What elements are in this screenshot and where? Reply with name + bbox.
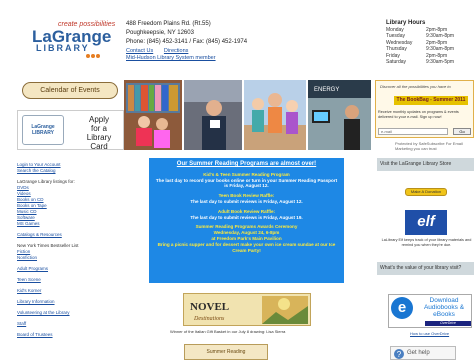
get-help-button[interactable]: ? Get help bbox=[390, 346, 456, 360]
address-block: 488 Freedom Plains Rd. (Rt.55) Poughkeep… bbox=[126, 20, 247, 47]
summer-reading-announcement: Our Summer Reading Programs are almost o… bbox=[149, 158, 344, 283]
hours-row: Saturday 9:30am-5pm bbox=[386, 59, 455, 66]
summer-reading-banner[interactable]: Summer Reading bbox=[184, 344, 268, 360]
nav-board[interactable]: Board of Trustees bbox=[17, 332, 122, 338]
bookbag-link[interactable]: The BookBag - Summer 2011 bbox=[394, 96, 468, 105]
left-nav: Login to Your Account Search the Catalog… bbox=[17, 162, 122, 338]
library-card-logo: LaGrange LIBRARY bbox=[22, 115, 64, 145]
receive-updates-text: Receive monthly updates on programs & ev… bbox=[378, 110, 459, 119]
overdrive-brand: OverDrive bbox=[425, 321, 471, 326]
apply-library-card-link[interactable]: Apply for a Library Card bbox=[84, 115, 114, 151]
help-icon: ? bbox=[394, 349, 404, 359]
get-help-label: Get help bbox=[407, 350, 430, 356]
hours-list: Monday 2pm-8pm Tuesday 9:30am-8pm Wednesda… bbox=[386, 27, 454, 65]
kids-program-text: The last day to record your books online… bbox=[155, 177, 338, 189]
photo-kids-reading bbox=[124, 80, 182, 150]
contact-us-link[interactable]: Contact Us bbox=[126, 48, 153, 54]
svg-text:?: ? bbox=[397, 350, 402, 359]
address-line1: 488 Freedom Plains Rd. (Rt.55) bbox=[126, 21, 211, 27]
phone-fax: Phone: (845) 452-3141 / Fax: (845) 452-1… bbox=[126, 39, 248, 45]
novel-caption: Winner of the Italian Gift Basket in our… bbox=[170, 329, 286, 334]
download-icon: e bbox=[391, 297, 413, 319]
header-links: Contact Us Directions Mid-Hudson Library… bbox=[126, 48, 216, 62]
novel-subtitle: Destinations bbox=[193, 316, 225, 322]
logo-subtitle: LIBRARY bbox=[36, 43, 90, 53]
address-line2: Poughkeepsie, NY 12603 bbox=[126, 30, 194, 36]
visit-store-link[interactable]: Visit the LaGrange Library Store bbox=[377, 158, 474, 171]
photo-kids-group bbox=[244, 80, 306, 150]
email-field[interactable]: e-mail bbox=[378, 128, 448, 135]
calendar-of-events-button[interactable]: Calendar of Events bbox=[22, 82, 118, 99]
elf-logo[interactable]: elf bbox=[405, 210, 447, 235]
novel-title: NOVEL bbox=[190, 301, 229, 313]
logo-dots-icon bbox=[86, 45, 106, 58]
hours-title: Library Hours bbox=[386, 20, 426, 26]
photo-strip: ENERGY bbox=[124, 80, 371, 150]
library-value-link[interactable]: What's the value of your library visit? bbox=[377, 262, 474, 275]
novel-destinations-banner[interactable]: NOVEL Destinations bbox=[183, 293, 311, 326]
how-to-use-overdrive-link[interactable]: How to use OverDrive bbox=[410, 331, 449, 336]
svg-text:ENERGY: ENERGY bbox=[314, 87, 339, 93]
photo-presenter bbox=[184, 80, 242, 150]
make-donation-button[interactable]: Make A Donation bbox=[405, 188, 447, 196]
discover-text: Discover all the possibilities you have … bbox=[380, 84, 451, 89]
directions-link[interactable]: Directions bbox=[164, 48, 188, 54]
go-button[interactable]: Go bbox=[453, 128, 471, 135]
download-audiobooks-text: Download Audiobooks & eBooks bbox=[423, 297, 465, 318]
ceremony-line4: Bring a picnic supper and for dessert ma… bbox=[157, 241, 336, 253]
photo-computer-lab: ENERGY bbox=[308, 80, 371, 150]
safesubscribe-badge: Protected by SafeSubscribe For Email Mar… bbox=[395, 141, 463, 151]
elf-description: LaLibrary Elf keeps track of your librar… bbox=[381, 238, 472, 247]
summer-title[interactable]: Our Summer Reading Programs are almost o… bbox=[154, 161, 339, 168]
system-member-link[interactable]: Mid-Hudson Library System member bbox=[126, 55, 216, 62]
